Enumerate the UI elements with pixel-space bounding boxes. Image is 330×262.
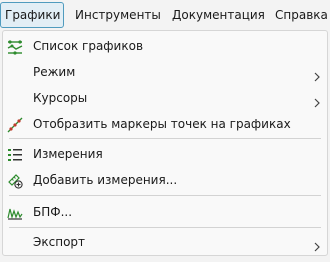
measurements-icon xyxy=(7,146,23,162)
menu-item-label: Курсоры xyxy=(33,91,88,105)
chevron-right-icon xyxy=(313,66,321,82)
menu-item-graph-list[interactable]: Список графиков xyxy=(3,33,327,59)
menu-item-label: Добавить измерения... xyxy=(33,173,178,187)
chevron-right-icon xyxy=(313,92,321,108)
graphs-dropdown-menu: Список графиков Режим Курсоры Отобразить… xyxy=(2,30,328,256)
menu-documentation[interactable]: Документация xyxy=(172,2,265,28)
menu-item-label: Отобразить маркеры точек на графиках xyxy=(33,117,291,131)
menu-item-label: Режим xyxy=(33,65,76,79)
menu-item-fft[interactable]: БПФ... xyxy=(3,199,327,225)
menu-item-export[interactable]: Экспорт xyxy=(3,229,327,255)
chevron-right-icon xyxy=(313,236,321,252)
point-markers-icon xyxy=(7,116,23,133)
menu-separator xyxy=(9,138,321,139)
menu-separator xyxy=(9,227,321,228)
menu-item-measurements[interactable]: Измерения xyxy=(3,141,327,167)
menu-help[interactable]: Справка xyxy=(275,2,328,28)
menu-separator xyxy=(9,195,321,196)
fft-icon xyxy=(7,204,23,220)
menubar: Графики Инструменты Документация Справка xyxy=(0,0,330,30)
menu-item-cursors[interactable]: Курсоры xyxy=(3,85,327,111)
graph-list-icon xyxy=(7,38,23,55)
menu-item-add-measurements[interactable]: Добавить измерения... xyxy=(3,167,327,193)
menu-item-label: Измерения xyxy=(33,147,103,161)
menu-item-mode[interactable]: Режим xyxy=(3,59,327,85)
menu-tools[interactable]: Инструменты xyxy=(75,2,161,28)
menu-item-label: БПФ... xyxy=(33,205,73,219)
menu-item-label: Экспорт xyxy=(33,235,86,249)
add-measurement-icon xyxy=(7,172,23,189)
menu-item-show-point-markers[interactable]: Отобразить маркеры точек на графиках xyxy=(3,111,327,137)
menu-item-label: Список графиков xyxy=(33,39,144,53)
menu-graphs[interactable]: Графики xyxy=(0,2,64,28)
